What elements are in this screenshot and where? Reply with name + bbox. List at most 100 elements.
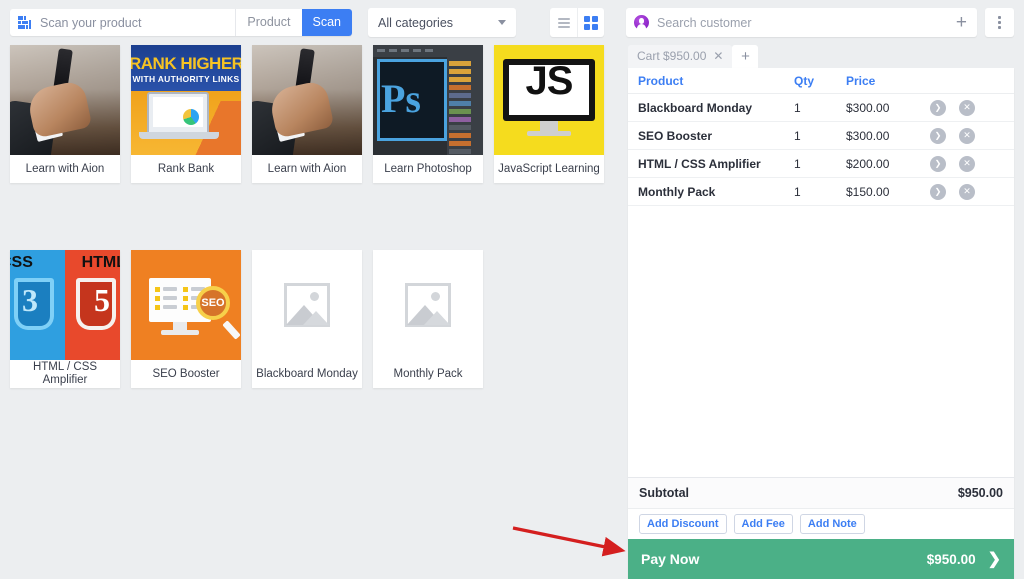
product-card-label: Learn with Aion [267, 162, 347, 175]
product-thumbnail: CSS 3 HTML 5 [10, 250, 120, 360]
remove-circle-icon[interactable]: ✕ [959, 99, 975, 116]
pay-now-amount: $950.00 [926, 551, 976, 567]
cart-tabs: Cart $950.00 ✕ + [620, 45, 1024, 68]
barcode-scanner-icon [10, 15, 40, 30]
cart-panel: Product Qty Price Blackboard Monday 1 $3… [628, 68, 1014, 579]
cart-row[interactable]: Monthly Pack 1 $150.00 ❯ ✕ [628, 178, 1014, 206]
products-pane: Product Scan All categories [0, 0, 620, 579]
kebab-dot [998, 16, 1001, 19]
cart-tab-label: Cart $950.00 [637, 49, 707, 63]
thumb-text: SEO [196, 286, 230, 320]
product-card[interactable]: Monthly Pack [373, 250, 483, 388]
product-thumbnail: RANK HIGHER WITH AUTHORITY LINKS [131, 45, 241, 155]
product-thumbnail [252, 250, 362, 360]
product-card[interactable]: SEO SEO Booster [131, 250, 241, 388]
product-card-label: Monthly Pack [393, 367, 463, 380]
scan-input[interactable] [40, 9, 236, 36]
thumb-text: JS [525, 59, 574, 103]
header-price: Price [846, 73, 876, 88]
product-card-label: Learn with Aion [25, 162, 105, 175]
cart-row-qty: 1 [794, 156, 801, 171]
category-select-value: All categories [378, 15, 454, 30]
thumb-subtitle: WITH AUTHORITY LINKS [132, 74, 240, 84]
subtotal-value: $950.00 [957, 486, 1003, 500]
add-customer-icon[interactable]: + [954, 13, 969, 32]
product-thumbnail: SEO [131, 250, 241, 360]
chevron-right-icon[interactable]: ❯ [930, 183, 946, 200]
chevron-right-icon[interactable]: ❯ [930, 99, 946, 116]
chevron-right-icon[interactable]: ❯ [930, 127, 946, 144]
product-card-label: Blackboard Monday [256, 367, 358, 380]
product-grid: Learn with Aion RANK HIGHER WITH AUTHORI… [0, 45, 620, 388]
list-view-button[interactable] [550, 8, 577, 37]
chevron-down-icon [498, 20, 506, 25]
cart-row-price: $150.00 [846, 184, 890, 199]
product-thumbnail: Ps [373, 45, 483, 155]
add-fee-button[interactable]: Add Fee [733, 513, 793, 535]
product-card[interactable]: Blackboard Monday [252, 250, 362, 388]
add-discount-button[interactable]: Add Discount [639, 513, 727, 535]
more-options-button[interactable] [985, 8, 1014, 37]
add-cart-tab-button[interactable]: + [732, 45, 759, 68]
thumb-right-number: 5 [94, 282, 110, 318]
cart-row-qty: 1 [794, 128, 801, 143]
pay-now-button[interactable]: Pay Now $950.00 ❯ [628, 539, 1014, 579]
cart-empty-space [628, 206, 1014, 477]
image-placeholder-icon [405, 283, 451, 327]
cart-row-price: $300.00 [846, 100, 890, 115]
thumb-left-label: CSS [10, 254, 33, 271]
view-toggle-group [550, 8, 604, 37]
close-icon[interactable]: ✕ [713, 45, 723, 68]
cart-row[interactable]: SEO Booster 1 $300.00 ❯ ✕ [628, 122, 1014, 150]
product-thumbnail [10, 45, 120, 155]
grid-view-button[interactable] [577, 8, 604, 37]
cart-row[interactable]: Blackboard Monday 1 $300.00 ❯ ✕ [628, 94, 1014, 122]
kebab-dot [998, 26, 1001, 29]
header-qty: Qty [794, 73, 815, 88]
remove-circle-icon[interactable]: ✕ [959, 183, 975, 200]
product-card[interactable]: CSS 3 HTML 5 HTML / CSS Amplifier [10, 250, 120, 388]
chevron-right-icon: ❯ [987, 551, 1001, 568]
cart-row-product: Blackboard Monday [638, 100, 753, 115]
pay-now-label: Pay Now [641, 551, 700, 567]
cart-row[interactable]: HTML / CSS Amplifier 1 $200.00 ❯ ✕ [628, 150, 1014, 178]
cart-row-qty: 1 [794, 100, 801, 115]
product-card[interactable]: Ps Learn Photoshop [373, 45, 483, 183]
customer-search-input[interactable] [657, 15, 946, 30]
cart-row-product: SEO Booster [638, 128, 713, 143]
product-thumbnail: JS [494, 45, 604, 155]
scan-search-group: Product Scan [10, 9, 352, 36]
customer-bar: + [620, 0, 1024, 45]
product-thumbnail [373, 250, 483, 360]
customer-search-group: + [626, 8, 977, 37]
user-avatar-icon [634, 15, 649, 31]
product-card[interactable]: RANK HIGHER WITH AUTHORITY LINKS Rank Ba… [131, 45, 241, 183]
cart-tab-active[interactable]: Cart $950.00 ✕ [628, 45, 733, 68]
product-card[interactable]: Learn with Aion [252, 45, 362, 183]
category-select[interactable]: All categories [368, 8, 516, 37]
remove-circle-icon[interactable]: ✕ [959, 127, 975, 144]
scan-mode-button[interactable]: Scan [301, 9, 352, 36]
product-card-label: HTML / CSS Amplifier [32, 361, 98, 386]
cart-row-price: $300.00 [846, 128, 890, 143]
product-thumbnail [252, 45, 362, 155]
thumb-right-label: HTML [81, 254, 120, 271]
cart-row-qty: 1 [794, 184, 801, 199]
thumb-left-number: 3 [22, 282, 38, 318]
remove-circle-icon[interactable]: ✕ [959, 155, 975, 172]
pos-application: Product Scan All categories [0, 0, 1024, 579]
cart-row-product: HTML / CSS Amplifier [638, 156, 761, 171]
add-note-button[interactable]: Add Note [799, 513, 865, 535]
cart-row-product: Monthly Pack [638, 184, 716, 199]
chevron-right-icon[interactable]: ❯ [930, 155, 946, 172]
product-card-label: JavaScript Learning [498, 162, 600, 175]
product-card-label: Rank Bank [157, 162, 215, 175]
product-card[interactable]: Learn with Aion [10, 45, 120, 183]
product-grid-row: CSS 3 HTML 5 HTML / CSS Amplifier [10, 250, 610, 388]
product-card-label: SEO Booster [152, 367, 220, 380]
product-card[interactable]: JS JavaScript Learning [494, 45, 604, 183]
thumb-text: Ps [381, 76, 421, 121]
header-product: Product [638, 73, 684, 88]
product-mode-button[interactable]: Product [235, 9, 302, 36]
cart-table-header: Product Qty Price [628, 68, 1014, 94]
